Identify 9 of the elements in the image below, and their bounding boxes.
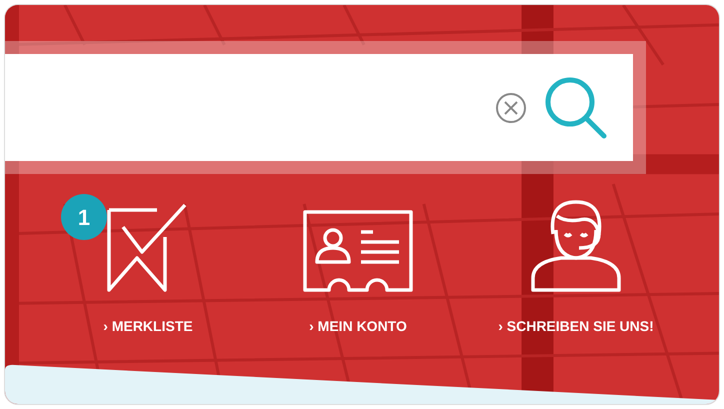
nav-link[interactable]: › SCHREIBEN SIE UNS! xyxy=(498,316,654,337)
search-field[interactable] xyxy=(5,54,633,161)
nav-link[interactable]: › MERKLISTE xyxy=(103,316,193,337)
search-button[interactable] xyxy=(543,74,609,140)
id-card-icon xyxy=(303,210,413,292)
bookmark-check-icon xyxy=(107,202,189,292)
headset-person-icon xyxy=(531,200,621,292)
nav-link[interactable]: › MEIN KONTO xyxy=(309,316,407,337)
clear-button[interactable] xyxy=(495,92,527,124)
